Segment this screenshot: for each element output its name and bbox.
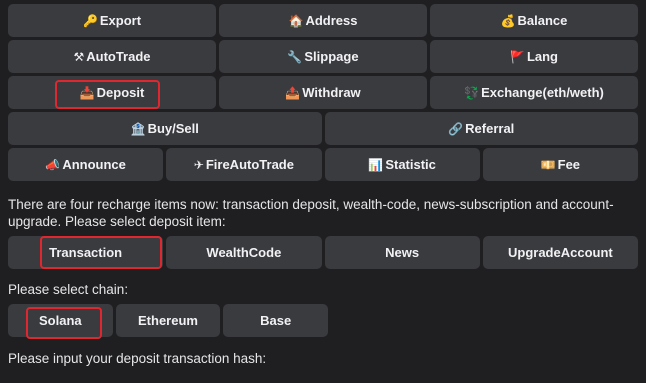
chain-row: Solana Ethereum Base (8, 304, 329, 337)
lang-button[interactable]: 🚩 Lang (430, 40, 638, 73)
megaphone-icon: 📣 (45, 157, 61, 172)
input-hash-message: Please input your deposit transaction ha… (8, 351, 267, 366)
key-icon: 🔑 (82, 13, 98, 28)
base-button[interactable]: Base (223, 304, 329, 337)
deposit-label: Deposit (96, 85, 145, 100)
menu-row-4: 🏦 Buy/Sell 🔗 Referral (8, 112, 638, 145)
deposit-intro-message: There are four recharge items now: trans… (8, 197, 614, 229)
lang-label: Lang (526, 49, 558, 64)
withdraw-label: Withdraw (302, 85, 361, 100)
flag-icon: 🚩 (509, 49, 525, 64)
house-icon: 🏠 (288, 13, 304, 28)
deposit-button[interactable]: 📥 Deposit (8, 76, 216, 109)
link-icon: 🔗 (448, 121, 464, 136)
statistic-button[interactable]: 📊 Statistic (324, 148, 480, 181)
address-button[interactable]: 🏠 Address (219, 4, 427, 37)
airplane-icon: ✈ (193, 157, 204, 172)
solana-button[interactable]: Solana (8, 304, 113, 337)
menu-row-1: 🔑 Export 🏠 Address 💰 Balance (8, 4, 638, 37)
fire-autotrade-button[interactable]: ✈ FireAutoTrade (166, 148, 322, 181)
announce-button[interactable]: 📣 Announce (8, 148, 164, 181)
upgrade-account-button[interactable]: UpgradeAccount (482, 236, 638, 269)
transaction-button[interactable]: Transaction (8, 236, 164, 269)
fee-button[interactable]: 💴 Fee (482, 148, 638, 181)
slippage-label: Slippage (304, 49, 359, 64)
bank-icon: 🏦 (130, 121, 146, 136)
inbox-tray-icon: 📥 (79, 85, 95, 100)
money-bag-icon: 💰 (500, 13, 516, 28)
autotrade-label: AutoTrade (86, 49, 151, 64)
menu-row-3: 📥 Deposit 📤 Withdraw 💱 Exchange(eth/weth… (8, 76, 638, 109)
withdraw-button[interactable]: 📤 Withdraw (219, 76, 427, 109)
address-label: Address (305, 13, 358, 28)
news-button[interactable]: News (324, 236, 480, 269)
exchange-button[interactable]: 💱 Exchange(eth/weth) (430, 76, 638, 109)
wealthcode-button[interactable]: WealthCode (166, 236, 322, 269)
ethereum-button[interactable]: Ethereum (115, 304, 221, 337)
balance-label: Balance (517, 13, 568, 28)
announce-label: Announce (62, 157, 126, 172)
wrench-icon: 🔧 (287, 49, 303, 64)
select-chain-message: Please select chain: (8, 282, 129, 297)
banknote-icon: 💴 (540, 157, 556, 172)
buy-sell-label: Buy/Sell (147, 121, 199, 136)
menu-row-5: 📣 Announce ✈ FireAutoTrade 📊 Statistic 💴… (8, 148, 638, 181)
exchange-label: Exchange(eth/weth) (481, 85, 604, 100)
referral-button[interactable]: 🔗 Referral (324, 112, 638, 145)
exchange-icon: 💱 (464, 85, 480, 100)
export-button[interactable]: 🔑 Export (8, 4, 216, 37)
autotrade-button[interactable]: ⚒ AutoTrade (8, 40, 216, 73)
export-label: Export (99, 13, 142, 28)
balance-button[interactable]: 💰 Balance (430, 4, 638, 37)
statistic-label: Statistic (385, 157, 436, 172)
outbox-tray-icon: 📤 (285, 85, 301, 100)
referral-label: Referral (465, 121, 515, 136)
slippage-button[interactable]: 🔧 Slippage (219, 40, 427, 73)
fire-autotrade-label: FireAutoTrade (205, 157, 294, 172)
fee-label: Fee (557, 157, 581, 172)
menu-row-2: ⚒ AutoTrade 🔧 Slippage 🚩 Lang (8, 40, 638, 73)
buy-sell-button[interactable]: 🏦 Buy/Sell (8, 112, 322, 145)
deposit-items-row: Transaction WealthCode News UpgradeAccou… (8, 236, 638, 269)
bar-chart-icon: 📊 (368, 157, 384, 172)
hammer-pick-icon: ⚒ (73, 49, 85, 64)
